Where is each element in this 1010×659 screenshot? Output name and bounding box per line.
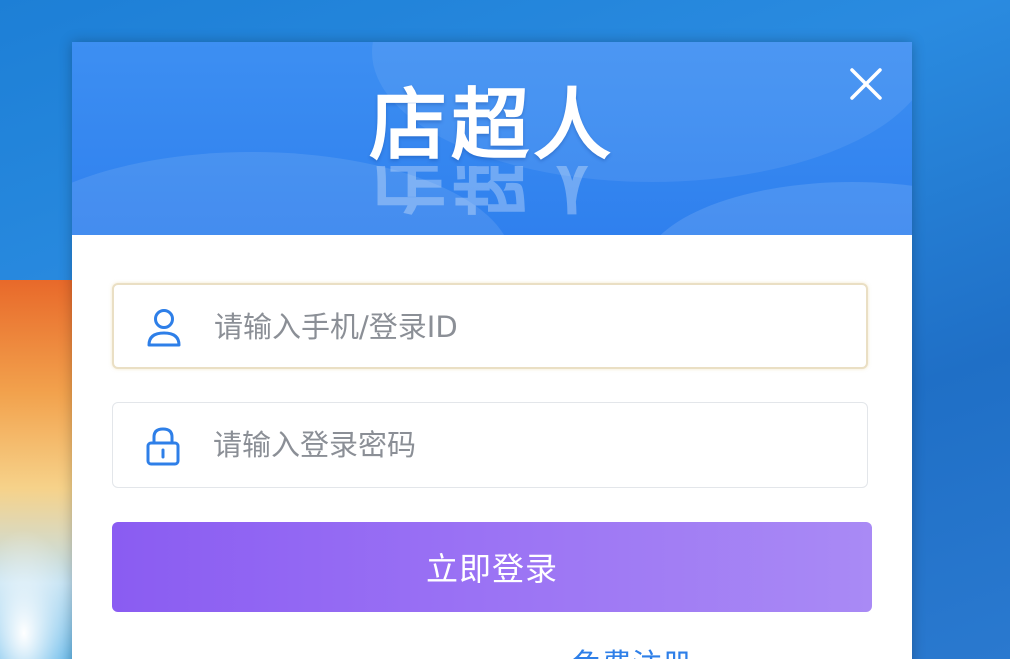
wallpaper-landscape bbox=[0, 280, 80, 659]
desktop-background: 店超人 店超人 请输入手机/登录ID 立即登录 bbox=[0, 0, 1010, 659]
login-dialog: 店超人 店超人 请输入手机/登录ID 立即登录 bbox=[72, 42, 912, 659]
footer-row: 免费注册 bbox=[72, 640, 912, 659]
login-button[interactable]: 立即登录 bbox=[112, 522, 872, 612]
dialog-header: 店超人 店超人 bbox=[72, 42, 912, 235]
register-link[interactable]: 免费注册 bbox=[572, 640, 692, 659]
close-icon bbox=[850, 68, 882, 100]
brand-logo: 店超人 bbox=[368, 80, 615, 171]
close-button[interactable] bbox=[844, 62, 888, 106]
brand-logo-reflection: 店超人 bbox=[368, 166, 615, 216]
lock-icon bbox=[143, 425, 183, 467]
password-input[interactable] bbox=[213, 403, 843, 487]
account-field[interactable] bbox=[112, 283, 868, 369]
user-icon bbox=[144, 307, 184, 349]
account-input[interactable] bbox=[214, 285, 844, 369]
password-field[interactable] bbox=[112, 402, 868, 488]
